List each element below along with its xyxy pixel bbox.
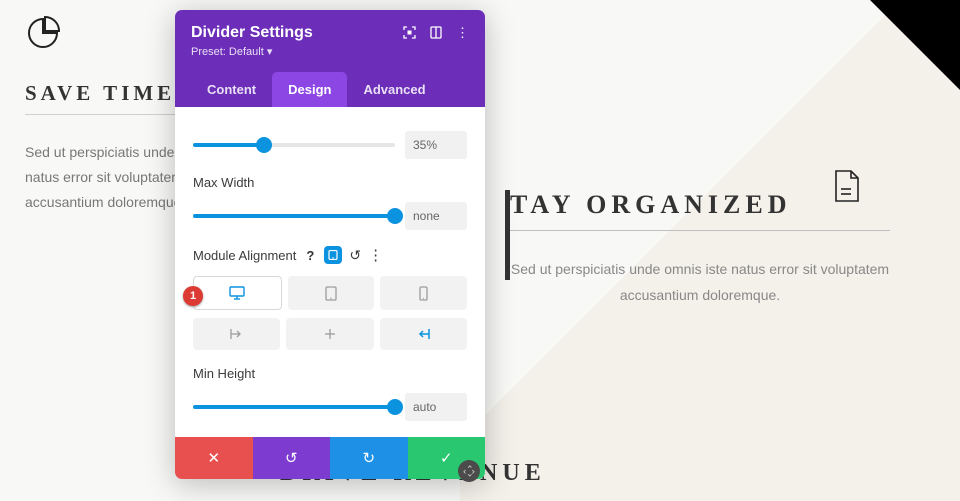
modal-footer: ✕ ↺ ↻ ✓ <box>175 437 485 479</box>
min-height-input[interactable]: auto <box>405 393 467 421</box>
max-width-label: Max Width <box>193 175 467 190</box>
redo-button[interactable]: ↻ <box>330 437 408 479</box>
expand-icon[interactable] <box>403 26 416 39</box>
pie-chart-icon <box>25 15 61 51</box>
module-alignment-label: Module Alignment <box>193 248 296 263</box>
device-tablet-button[interactable] <box>288 276 375 310</box>
modal-body: 35% Max Width none Module Alignment ? ↺ <box>175 107 485 437</box>
document-icon <box>834 170 860 202</box>
modal-tabs: Content Design Advanced <box>191 72 469 107</box>
preset-dropdown[interactable]: Preset: Default ▾ <box>191 45 313 58</box>
cancel-button[interactable]: ✕ <box>175 437 253 479</box>
align-center-button[interactable] <box>286 318 373 350</box>
min-height-slider[interactable] <box>193 405 395 409</box>
align-right-button[interactable] <box>380 318 467 350</box>
undo-button[interactable]: ↺ <box>253 437 331 479</box>
annotation-badge-1: 1 <box>183 286 203 306</box>
tab-content[interactable]: Content <box>191 72 272 107</box>
modal-header: Divider Settings Preset: Default ▾ ⋮ Con… <box>175 10 485 107</box>
align-left-button[interactable] <box>193 318 280 350</box>
responsive-icon[interactable] <box>324 246 342 264</box>
max-width-slider[interactable] <box>193 214 395 218</box>
width-input[interactable]: 35% <box>405 131 467 159</box>
max-width-input[interactable]: none <box>405 202 467 230</box>
heading-stay-organized: TAY ORGANIZED <box>510 190 890 231</box>
modal-title: Divider Settings <box>191 24 313 42</box>
tab-advanced[interactable]: Advanced <box>347 72 441 107</box>
reset-icon[interactable]: ↺ <box>349 247 361 264</box>
kebab-menu-icon[interactable]: ⋮ <box>456 26 469 39</box>
snap-icon[interactable] <box>430 26 442 39</box>
min-height-label: Min Height <box>193 366 467 381</box>
divider-settings-modal: Divider Settings Preset: Default ▾ ⋮ Con… <box>175 10 485 479</box>
column-right: TAY ORGANIZED Sed ut perspiciatis unde o… <box>510 190 890 309</box>
heading-save-time: SAVE TIME <box>25 81 175 115</box>
corner-triangle <box>870 0 960 90</box>
field-menu-icon[interactable]: ⋮ <box>368 248 383 263</box>
tab-design[interactable]: Design <box>272 72 347 107</box>
device-phone-button[interactable] <box>380 276 467 310</box>
vertical-accent-bar <box>505 190 510 280</box>
device-desktop-button[interactable] <box>193 276 282 310</box>
paragraph-right: Sed ut perspiciatis unde omnis iste natu… <box>510 257 890 309</box>
width-slider[interactable] <box>193 143 395 147</box>
help-icon[interactable]: ? <box>303 248 317 263</box>
drag-handle-icon[interactable] <box>458 460 480 482</box>
